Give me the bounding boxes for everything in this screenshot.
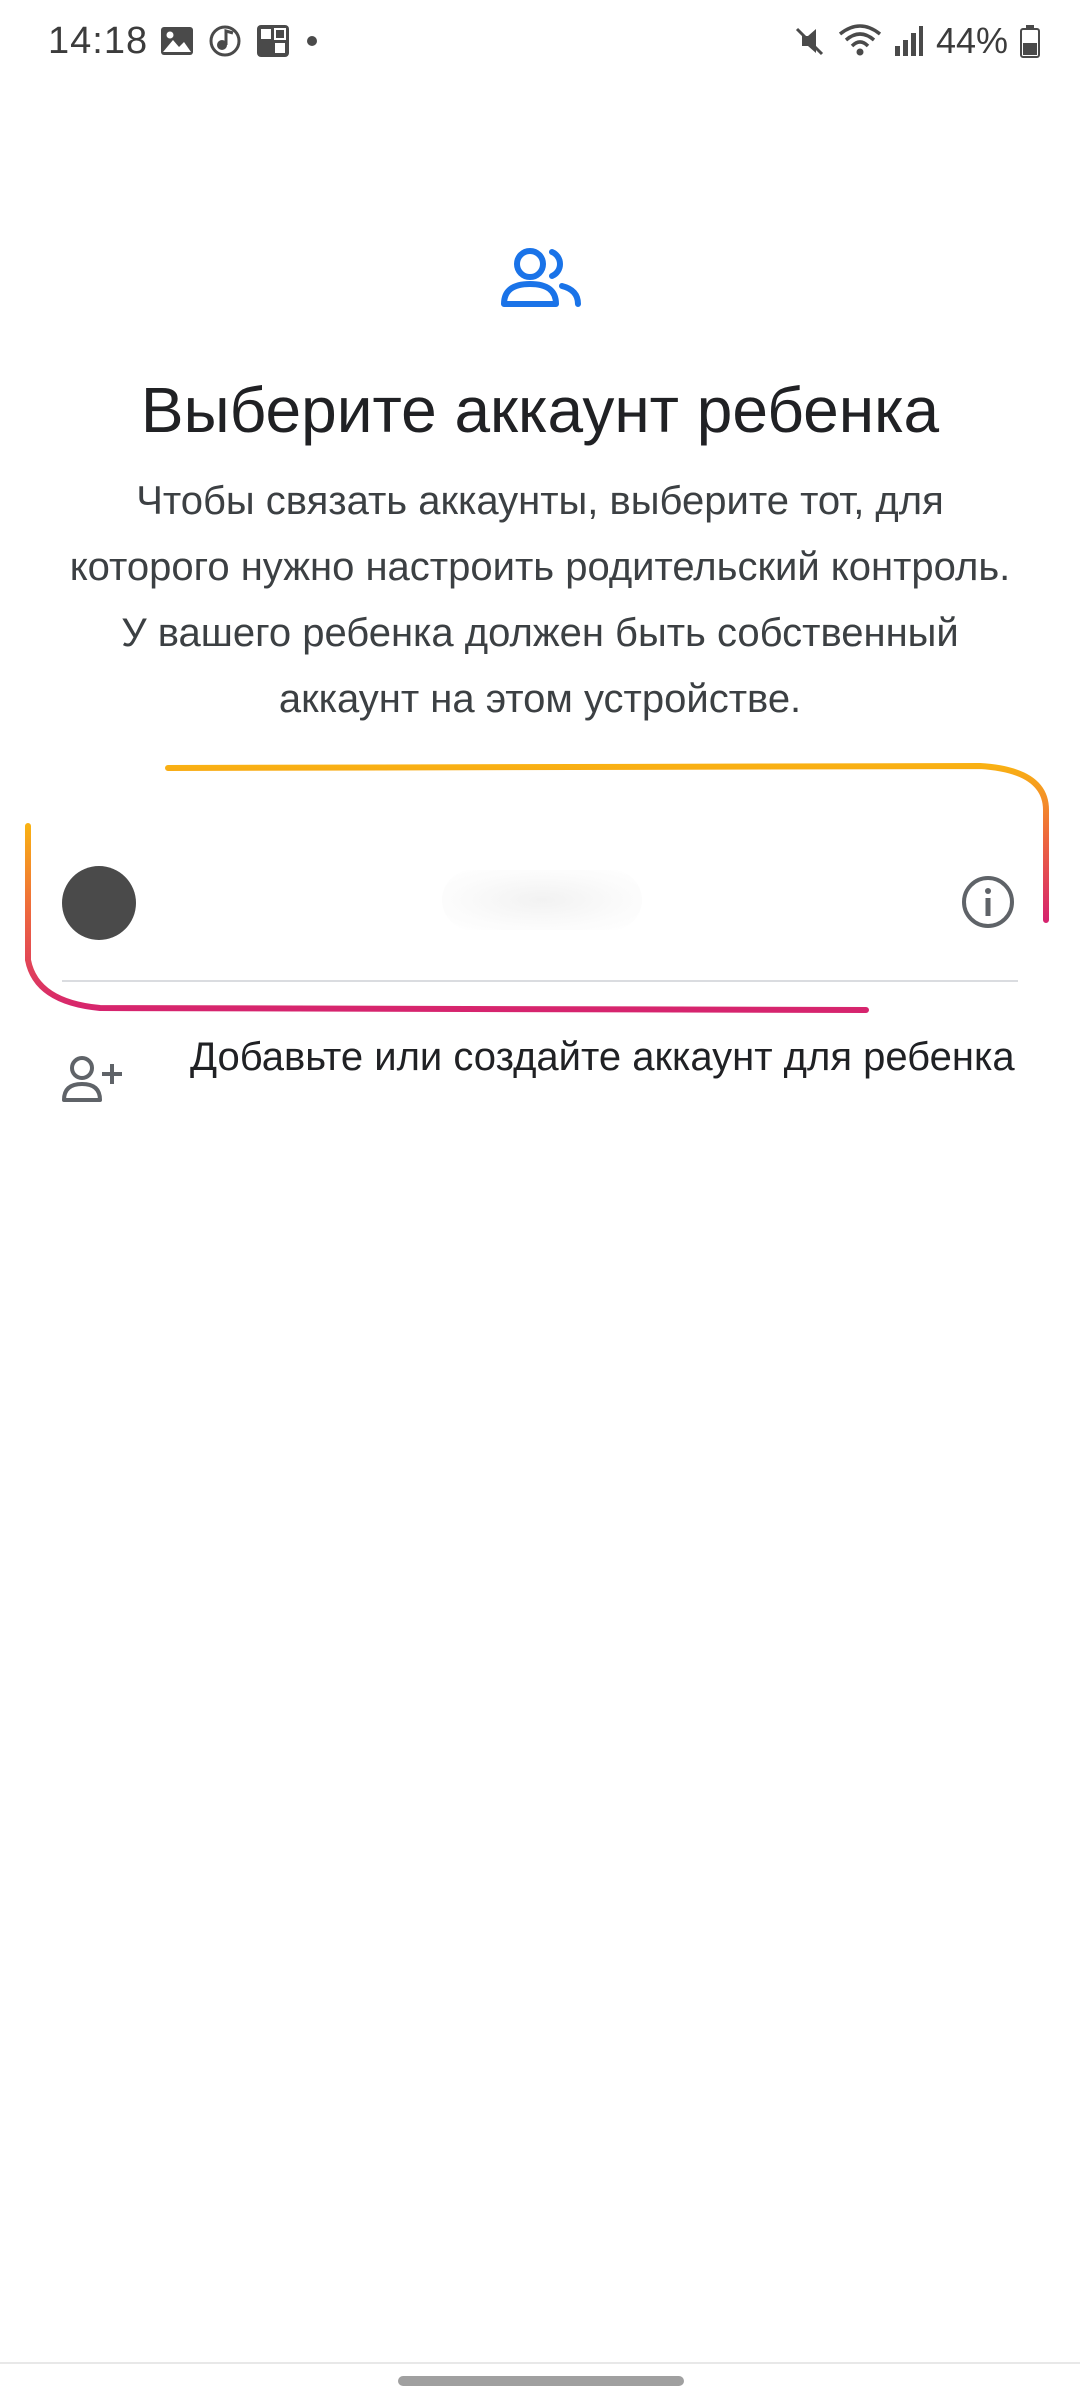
bottom-divider [0,2362,1080,2364]
status-time: 14:18 [48,20,149,62]
info-icon [962,876,1014,928]
crossword-icon [257,25,289,57]
list-divider [62,980,1018,982]
gallery-icon [161,27,193,55]
add-child-account-item[interactable]: Добавьте или создайте аккаунт для ребенк… [0,1018,1080,1158]
mute-icon [795,27,823,56]
status-left-icons [160,24,320,58]
page-description: Чтобы связать аккаунты, выберите тот, дл… [69,479,1011,721]
gesture-navigation-handle[interactable] [398,2376,684,2386]
person-add-icon [62,1056,122,1102]
notification-dot-icon [307,36,317,46]
battery-icon [1020,25,1040,58]
add-account-label: Добавьте или создайте аккаунт для ребенк… [190,1035,1015,1079]
music-note-icon [209,25,241,57]
status-right-icons: 44% [792,20,1040,62]
battery-percentage: 44% [935,20,1008,61]
child-account-item[interactable] [62,830,1018,980]
account-avatar [62,866,136,940]
account-info-button[interactable] [958,872,1018,932]
status-bar: 14:18 44% [0,0,1080,90]
wifi-icon [838,24,882,56]
page-title: Выберите аккаунт ребенка [140,374,940,446]
account-name [442,870,642,930]
signal-icon [894,26,923,56]
family-link-group-icon [501,248,581,307]
